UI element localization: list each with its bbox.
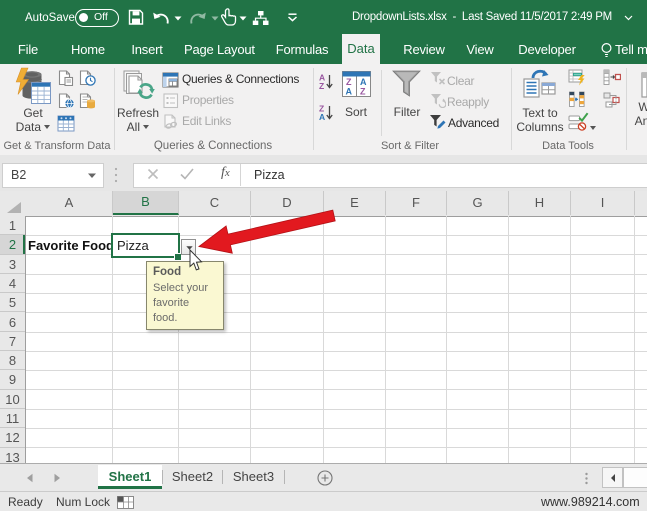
svg-text:A: A [319,112,325,122]
svg-text:A: A [360,77,367,87]
svg-text:Z: Z [346,77,352,87]
svg-text:Z: Z [360,87,366,97]
svg-text:A: A [346,87,353,97]
svg-text:Z: Z [319,81,324,91]
